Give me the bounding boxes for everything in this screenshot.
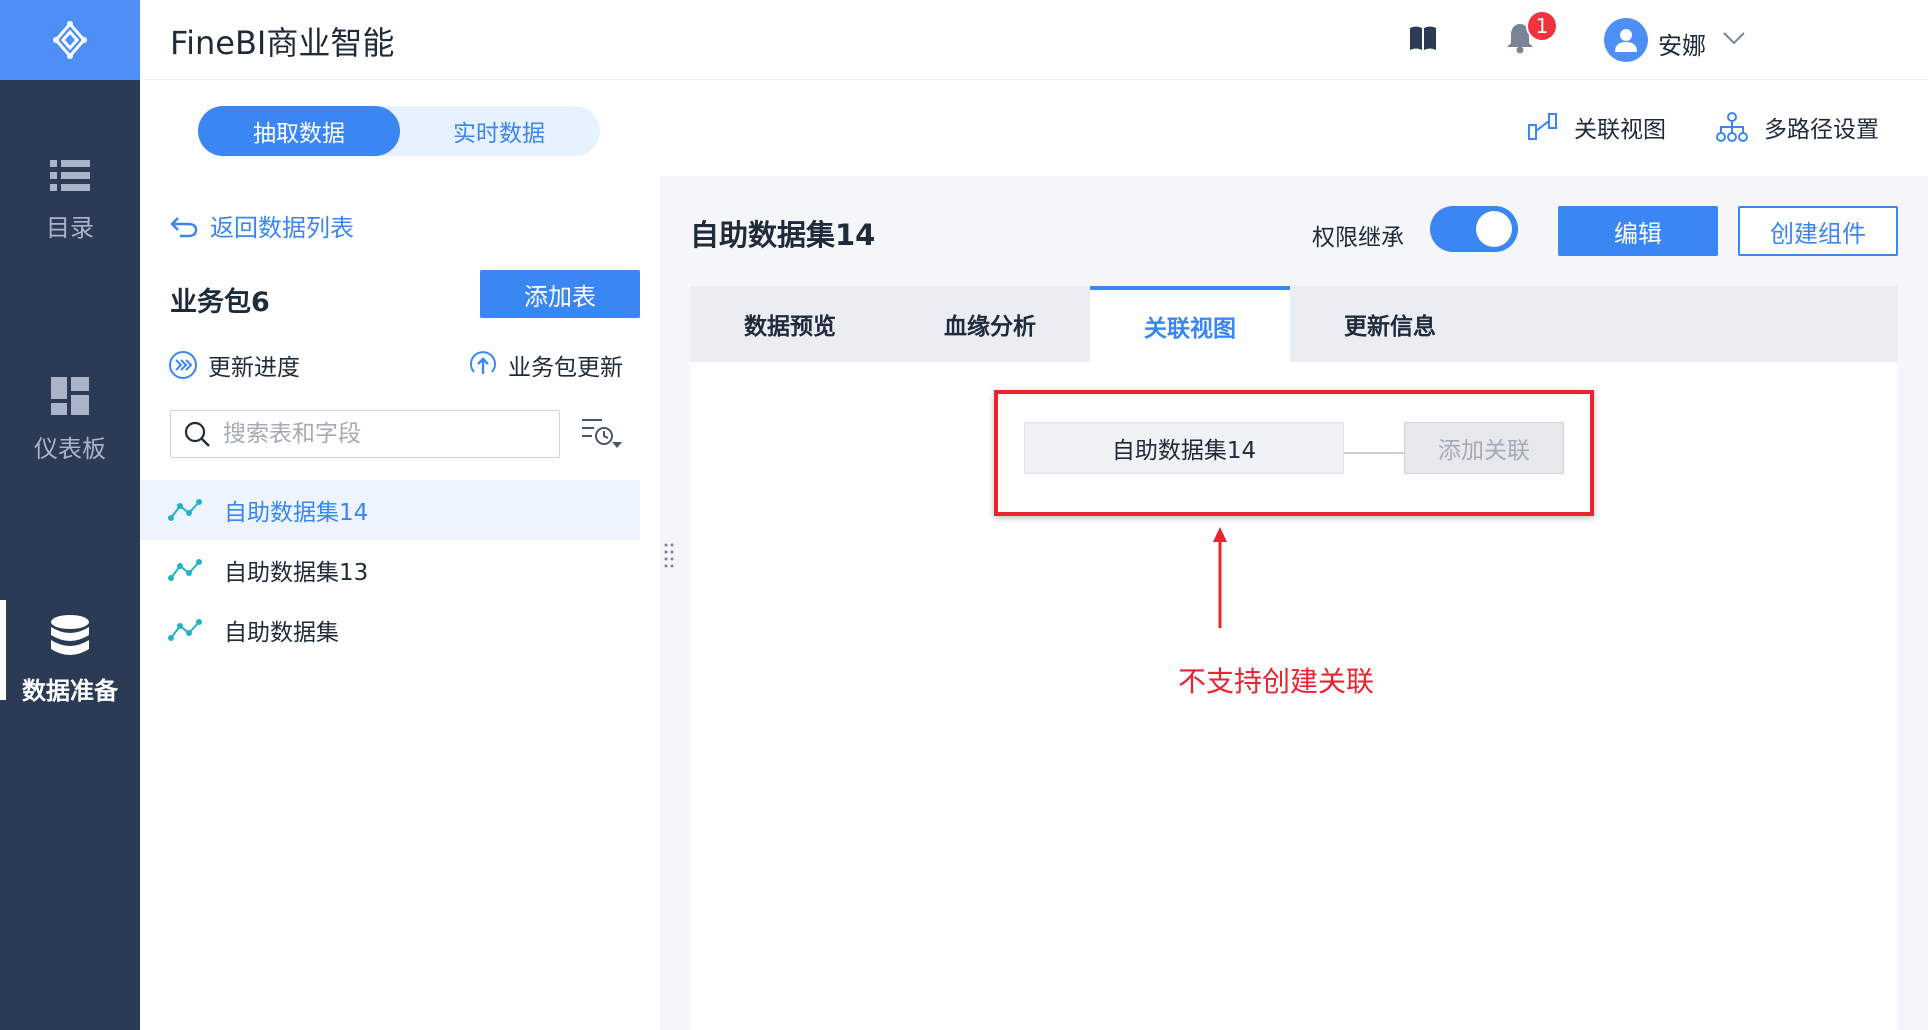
- nav-label: 仪表板: [34, 434, 106, 463]
- sort-filter-button[interactable]: [580, 416, 622, 456]
- hierarchy-icon: [1716, 112, 1748, 142]
- relation-view-link[interactable]: 关联视图: [1528, 110, 1666, 144]
- arrow-up-icon: [1213, 527, 1227, 628]
- extract-data-tab[interactable]: 抽取数据: [198, 106, 400, 156]
- permission-inherit-label: 权限继承: [1312, 225, 1404, 251]
- relation-view-label: 关联视图: [1574, 117, 1666, 143]
- create-component-button[interactable]: 创建组件: [1738, 206, 1898, 256]
- user-icon: [1615, 29, 1637, 52]
- avatar[interactable]: [1604, 18, 1648, 62]
- tab-lineage-analysis[interactable]: 血缘分析: [890, 286, 1090, 362]
- filter-history-icon: [582, 419, 622, 448]
- help-book-button[interactable]: [1408, 24, 1438, 56]
- drag-handle-icon: [664, 543, 674, 568]
- back-label: 返回数据列表: [210, 214, 354, 242]
- back-arrow-icon: [170, 216, 198, 237]
- user-menu-toggle[interactable]: [1722, 30, 1746, 50]
- multipath-settings-label: 多路径设置: [1764, 117, 1879, 143]
- data-mode-switch: 抽取数据 实时数据: [198, 106, 600, 156]
- book-icon: [1410, 26, 1436, 50]
- edit-button[interactable]: 编辑: [1558, 206, 1718, 256]
- toggle-knob: [1476, 211, 1512, 247]
- search-icon: [184, 421, 210, 447]
- user-name[interactable]: 安娜: [1658, 26, 1706, 61]
- annotation-text: 不支持创建关联: [1178, 665, 1375, 698]
- relation-view-icon: [1528, 113, 1557, 140]
- dataset-title: 自助数据集14: [690, 218, 876, 252]
- search-input[interactable]: [223, 421, 543, 447]
- dataset-item[interactable]: 自助数据集13: [140, 540, 640, 600]
- main-nav: 目录 仪表板 数据准备: [0, 0, 140, 1030]
- fast-forward-circle-icon: [169, 351, 197, 379]
- upload-circle-icon: [470, 351, 496, 374]
- tab-update-info[interactable]: 更新信息: [1290, 286, 1490, 362]
- nav-item-catalog[interactable]: 目录: [0, 140, 140, 260]
- search-box: [170, 410, 560, 458]
- dataset-name: 自助数据集13: [224, 560, 369, 586]
- dataset-line-icon: [168, 499, 202, 521]
- permission-inherit-toggle[interactable]: [1430, 206, 1518, 252]
- package-update-label: 业务包更新: [508, 355, 623, 381]
- list-icon: [50, 159, 90, 191]
- dataset-name: 自助数据集14: [224, 500, 369, 526]
- package-title: 业务包6: [170, 287, 270, 318]
- dataset-item[interactable]: 自助数据集: [140, 600, 640, 660]
- nav-item-data-prep[interactable]: 数据准备: [0, 600, 140, 720]
- tab-relation-view[interactable]: 关联视图: [1090, 286, 1290, 362]
- back-to-data-list-link[interactable]: 返回数据列表: [170, 208, 354, 243]
- database-icon: [51, 614, 89, 655]
- multipath-settings-link[interactable]: 多路径设置: [1716, 110, 1879, 144]
- dashboard-icon: [51, 376, 89, 415]
- logo[interactable]: [0, 0, 140, 80]
- update-progress-link[interactable]: 更新进度: [168, 348, 300, 382]
- dataset-line-icon: [168, 619, 202, 641]
- chevron-down-icon: [1723, 32, 1745, 45]
- app-title: FineBI商业智能: [170, 24, 395, 62]
- dataset-item[interactable]: 自助数据集14: [140, 480, 640, 540]
- annotation-highlight-box: [994, 390, 1594, 516]
- realtime-data-tab[interactable]: 实时数据: [398, 106, 600, 156]
- update-progress-label: 更新进度: [208, 355, 300, 381]
- panel-resize-handle[interactable]: [664, 542, 674, 572]
- dataset-line-icon: [168, 559, 202, 581]
- package-update-link[interactable]: 业务包更新: [468, 348, 623, 382]
- nav-label: 数据准备: [22, 676, 118, 705]
- dataset-name: 自助数据集: [224, 620, 339, 646]
- nav-item-dashboard[interactable]: 仪表板: [0, 360, 140, 480]
- nav-label: 目录: [46, 213, 94, 242]
- logo-icon: [53, 21, 87, 59]
- tab-data-preview[interactable]: 数据预览: [690, 286, 890, 362]
- annotation-arrow: [1212, 526, 1228, 634]
- add-table-button[interactable]: 添加表: [480, 270, 640, 318]
- detail-tabs: 数据预览 血缘分析 关联视图 更新信息: [690, 286, 1898, 362]
- notification-badge: 1: [1526, 10, 1558, 42]
